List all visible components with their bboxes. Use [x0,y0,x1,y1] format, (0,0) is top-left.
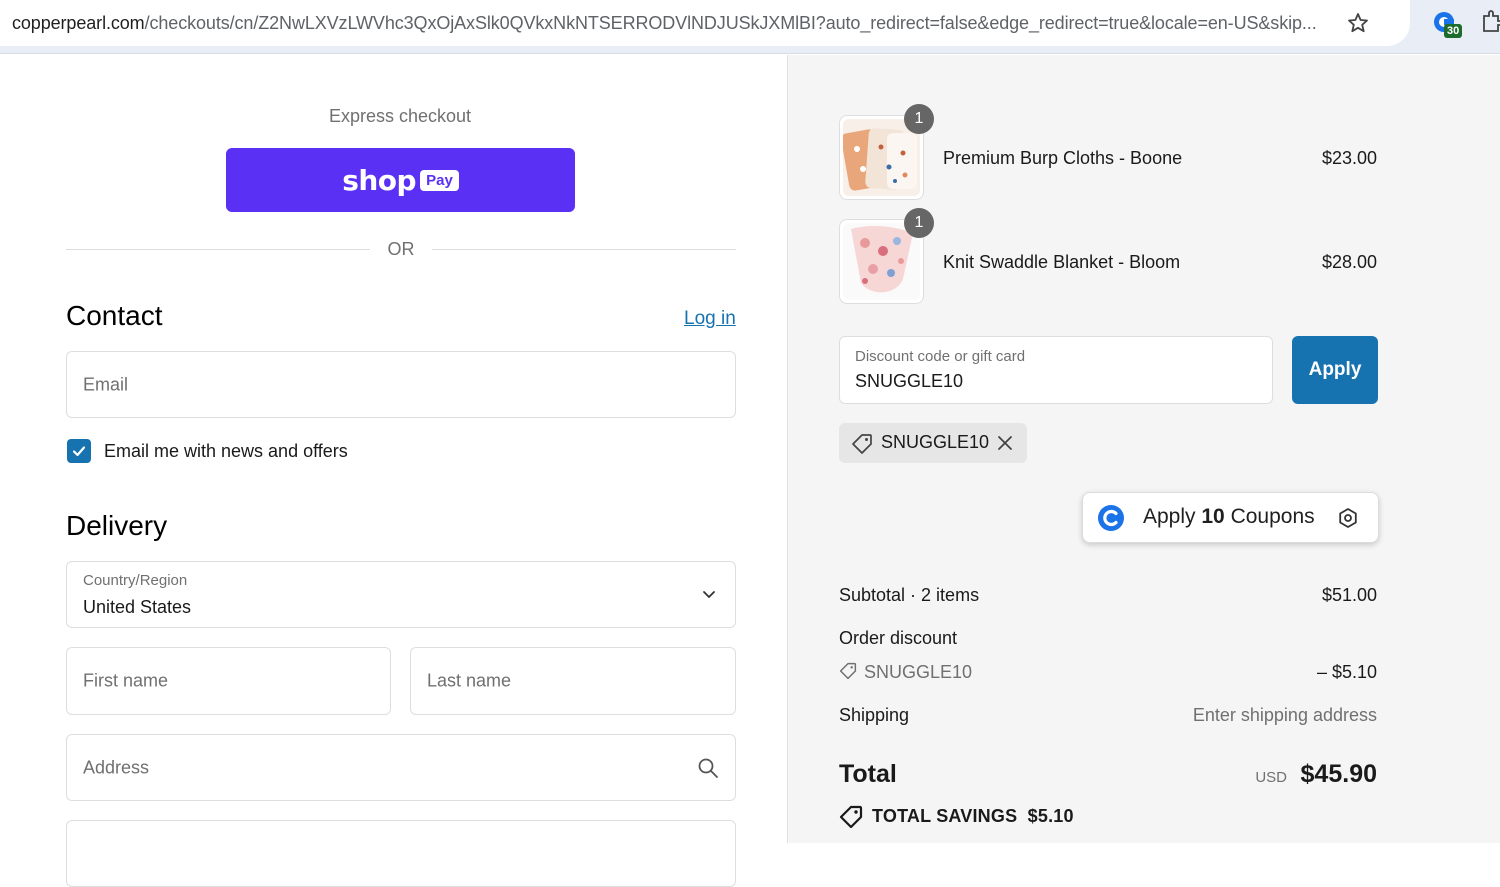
puzzle-icon[interactable] [1480,10,1500,34]
shipping-value: Enter shipping address [1192,705,1377,725]
discount-code-field[interactable]: Discount code or gift card SNUGGLE10 [839,336,1273,404]
discount-tag-icon [839,662,857,680]
settings-gear-icon[interactable] [1337,507,1359,529]
url-domain: copperpearl.com [12,13,145,33]
shop-pay-wordmark: shop [342,163,417,197]
express-checkout-label: Express checkout [328,106,472,126]
remove-discount-icon[interactable] [996,434,1014,452]
divider-left [66,249,370,250]
applied-discount-chip: SNUGGLE10 [839,423,1027,463]
order-discount-value: – $5.10 [1316,662,1377,682]
discount-field-value: SNUGGLE10 [855,371,964,391]
or-divider-text: OR [387,239,415,259]
applied-code-text: SNUGGLE10 [881,432,990,452]
subtotal-label: Subtotal · 2 items [839,585,980,605]
first-name-placeholder: First name [83,670,169,691]
order-summary-panel: 1 Premium Burp Cloths - Boone $23.00 1 K… [787,55,1500,843]
first-name-field[interactable]: First name [66,647,391,715]
extension-badge: 30 [1444,24,1463,38]
total-label: Total [839,760,897,788]
order-discount-code: SNUGGLE10 [864,662,973,682]
delivery-heading: Delivery [66,510,168,541]
address-bar[interactable]: copperpearl.com/checkouts/cn/Z2NwLXVzLWV… [0,0,1410,46]
country-value: United States [83,597,192,617]
email-field[interactable]: Email [66,351,736,418]
coupon-extension-logo-icon [1098,505,1124,531]
shipping-label: Shipping [839,705,910,725]
bookmark-star-icon[interactable] [1346,11,1370,35]
apply-discount-button[interactable]: Apply [1292,336,1378,404]
coupon-suffix: Coupons [1230,505,1315,528]
chevron-down-icon [703,591,715,598]
savings-tag-icon [839,805,863,829]
coupon-count: 10 [1201,505,1225,528]
product-thumbnail: 1 [839,208,934,304]
shop-pay-button[interactable]: shop Pay [226,148,575,212]
url-text[interactable]: copperpearl.com/checkouts/cn/Z2NwLXVzLWV… [12,13,1332,34]
discount-field-label: Discount code or gift card [855,348,1026,365]
total-savings-text: TOTAL SAVINGS $5.10 [872,806,1074,826]
apartment-field[interactable] [66,820,736,887]
total-currency: USD [1255,769,1287,786]
browser-toolbar: copperpearl.com/checkouts/cn/Z2NwLXVzLWV… [0,0,1500,54]
coupon-prefix: Apply [1143,505,1196,528]
line-item-name: Knit Swaddle Blanket - Bloom [943,252,1181,272]
order-discount-label: Order discount [839,628,958,648]
newsletter-label[interactable]: Email me with news and offers [104,441,348,462]
line-item-price: $28.00 [1321,252,1377,272]
total-value: $45.90 [1300,760,1377,788]
checkmark-icon [72,446,86,457]
address-placeholder: Address [83,757,150,777]
subtotal-value: $51.00 [1321,585,1377,605]
shop-pay-badge: Pay [420,169,459,191]
search-icon [698,758,718,778]
line-item-price: $23.00 [1321,148,1377,168]
email-placeholder: Email [83,374,129,394]
apply-coupons-extension-button[interactable]: Apply 10 Coupons [1082,492,1379,543]
last-name-placeholder: Last name [427,670,512,691]
address-field[interactable]: Address [66,734,736,801]
country-label: Country/Region [83,572,188,589]
login-link[interactable]: Log in [684,308,736,330]
last-name-field[interactable]: Last name [410,647,736,715]
product-thumbnail: 1 [839,104,934,200]
contact-heading: Contact [66,300,163,331]
quantity-badge: 1 [904,208,934,238]
quantity-badge: 1 [904,104,934,134]
apply-coupons-label: Apply 10 Coupons [1143,505,1315,529]
newsletter-checkbox[interactable] [67,439,91,463]
line-item-name: Premium Burp Cloths - Boone [943,148,1183,168]
tag-icon [852,434,872,454]
url-path: /checkouts/cn/Z2NwLXVzLWVhc3QxOjAxSlk0QV… [144,13,1317,33]
country-select[interactable]: Country/Region United States [66,561,736,628]
checkout-form-panel: Express checkout shop Pay OR Contact Log… [0,55,787,887]
divider-right [432,249,736,250]
